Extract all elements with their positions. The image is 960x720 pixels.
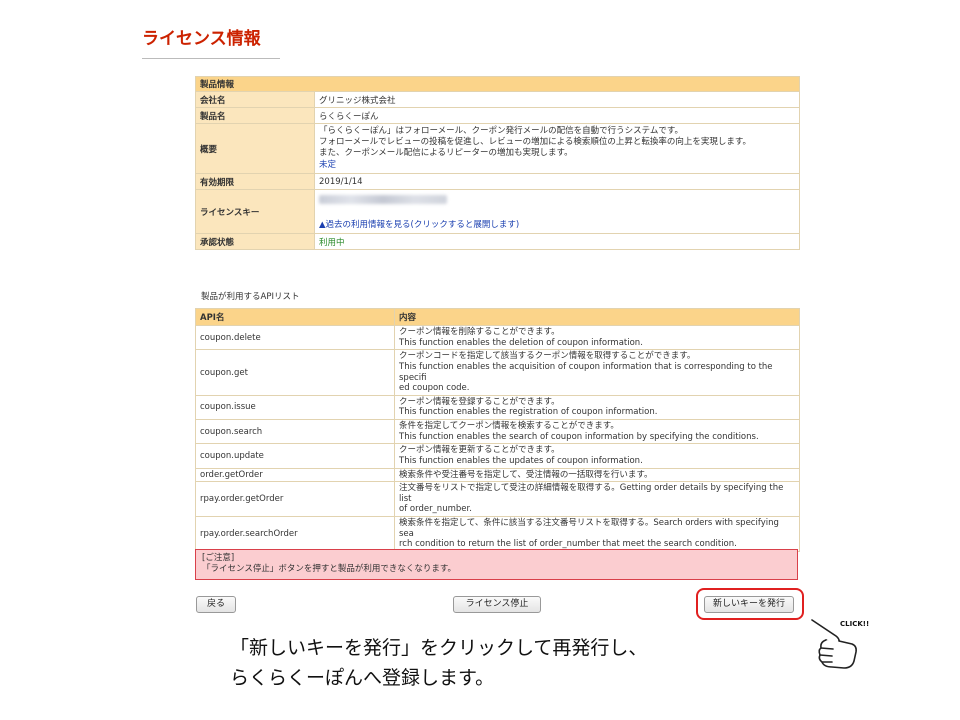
title-divider [142,58,280,59]
api-name-cell: coupon.delete [195,324,395,351]
api-description-line: ed coupon code. [399,383,470,394]
api-content-column-header: 内容 [394,308,800,326]
warning-title: [ご注意] [202,553,235,563]
api-description-cell: 検索条件を指定して、条件に該当する注文番号リストを取得する。Search ord… [394,516,800,552]
table-row: rpay.order.getOrder 注文番号をリストで指定して受注の詳細情報を… [195,481,800,517]
api-description-line: クーポン情報を登録することができます。 [399,396,560,407]
usage-history-link[interactable]: ▲過去の利用情報を見る(クリックすると展開します) [319,218,795,230]
stop-license-button[interactable]: ライセンス停止 [453,596,541,613]
product-info-table: 製品情報 会社名 グリニッジ株式会社 製品名 らくらくーぽん 概要 「らくらくー… [195,76,800,251]
api-description-line: クーポンコードを指定して該当するクーポン情報を取得することができます。 [399,351,696,362]
issue-new-key-button[interactable]: 新しいキーを発行 [704,596,794,613]
product-info-section-label: 製品情報 [195,76,800,92]
api-description-cell: クーポン情報を更新することができます。 This function enables… [394,443,800,469]
api-name-column-header: API名 [195,308,395,326]
summary-label: 概要 [195,122,315,175]
company-value: グリニッジ株式会社 [314,91,800,108]
table-row: 概要 「らくらくーぽん」はフォローメール、クーポン発行メールの配信を自動で行うシ… [195,122,800,175]
table-row: 有効期限 2019/1/14 [195,173,800,191]
api-description-line: This function enables the search of coup… [399,431,759,442]
api-description-cell: クーポン情報を登録することができます。 This function enables… [394,394,800,421]
table-row: coupon.update クーポン情報を更新することができます。 This fun… [195,443,800,469]
product-info-header-row: 製品情報 [195,76,800,92]
license-key-label: ライセンスキー [195,189,315,235]
api-description-cell: クーポン情報を削除することができます。 This function enables… [394,324,800,351]
approval-label: 承認状態 [195,233,315,251]
expiry-label: 有効期限 [195,173,315,191]
summary-line: フォローメールでレビューの投稿を促進し、レビューの増加による検索順位の上昇と転換… [319,137,752,148]
api-header-row: API名 内容 [195,308,800,326]
api-name-cell: order.getOrder [195,467,395,483]
table-row: rpay.order.searchOrder 検索条件を指定して、条件に該当する注… [195,516,800,552]
summary-status-link[interactable]: 未定 [319,160,795,171]
caption-line: らくらくーぽんへ登録します。 [230,667,495,689]
table-row: coupon.get クーポンコードを指定して該当するクーポン情報を取得することが… [195,349,800,396]
table-row: 製品名 らくらくーぽん [195,107,800,124]
product-name-value: らくらくーぽん [314,107,800,124]
summary-line: また、クーポンメール配信によるリピーターの増加も実現します。 [319,148,573,159]
pointing-hand-icon: CLICK!! [811,619,869,669]
api-name-cell: rpay.order.getOrder [195,481,395,517]
api-description-line: クーポン情報を更新することができます。 [399,445,560,456]
summary-line: 「らくらくーぽん」はフォローメール、クーポン発行メールの配信を自動で行うシステム… [319,126,684,136]
api-description-cell: 条件を指定してクーポン情報を検索することができます。 This function … [394,418,800,445]
api-description-line: This function enables the updates of cou… [399,455,643,466]
page-title: ライセンス情報 [142,29,261,49]
caption-line: 「新しいキーを発行」をクリックして再発行し、 [230,637,648,659]
api-list-caption: 製品が利用するAPIリスト [201,292,300,302]
table-row: ライセンスキー ▲過去の利用情報を見る(クリックすると展開します) [195,189,800,235]
table-row: 会社名 グリニッジ株式会社 [195,91,800,108]
api-description-line: This function enables the acquisition of… [399,361,773,383]
api-description-cell: 注文番号をリストで指定して受注の詳細情報を取得する。Getting order … [394,481,800,517]
api-description-line: 注文番号をリストで指定して受注の詳細情報を取得する。Getting order … [399,483,784,504]
api-description-line: This function enables the registration o… [399,407,658,418]
api-description-line: This function enables the deletion of co… [399,337,643,348]
api-list-body: coupon.delete クーポン情報を削除することができます。 This fun… [195,324,800,552]
table-row: order.getOrder 検索条件や受注番号を指定して、受注情報の一括取得を行… [195,467,800,483]
api-name-cell: coupon.update [195,443,395,469]
api-list-table: API名 内容 coupon.delete クーポン情報を削除することができます。… [195,308,800,552]
company-label: 会社名 [195,91,315,108]
api-name-cell: coupon.get [195,349,395,396]
api-description-line: of order_number. [399,504,472,515]
license-key-redacted [319,195,447,205]
table-row: coupon.search 条件を指定してクーポン情報を検索することができます。 T… [195,418,800,445]
table-row: coupon.issue クーポン情報を登録することができます。 This func… [195,394,800,421]
api-description-cell: 検索条件や受注番号を指定して、受注情報の一括取得を行います。 [394,467,800,483]
api-name-cell: coupon.issue [195,394,395,421]
click-badge: CLICK!! [840,620,869,628]
warning-text: 「ライセンス停止」ボタンを押すと製品が利用できなくなります。 [202,564,456,575]
table-row: 承認状態 利用中 [195,233,800,251]
table-row: coupon.delete クーポン情報を削除することができます。 This fun… [195,324,800,351]
approval-status: 利用中 [314,233,800,251]
api-name-cell: rpay.order.searchOrder [195,516,395,552]
expiry-value: 2019/1/14 [314,173,800,191]
license-key-value: ▲過去の利用情報を見る(クリックすると展開します) [314,189,800,235]
summary-value: 「らくらくーぽん」はフォローメール、クーポン発行メールの配信を自動で行うシステム… [314,122,800,175]
warning-notice: [ご注意] 「ライセンス停止」ボタンを押すと製品が利用できなくなります。 [195,549,798,580]
api-description-line: クーポン情報を削除することができます。 [399,327,560,337]
back-button[interactable]: 戻る [196,596,236,613]
instruction-caption: 「新しいキーを発行」をクリックして再発行し、 らくらくーぽんへ登録します。 [230,633,647,693]
api-description-cell: クーポンコードを指定して該当するクーポン情報を取得することができます。 This … [394,349,800,396]
api-name-cell: coupon.search [195,418,395,445]
api-description-line: 条件を指定してクーポン情報を検索することができます。 [399,421,619,431]
api-description-line: 検索条件や受注番号を指定して、受注情報の一括取得を行います。 [399,469,653,480]
product-name-label: 製品名 [195,107,315,124]
api-description-line: 検索条件を指定して、条件に該当する注文番号リストを取得する。Search ord… [399,518,779,539]
